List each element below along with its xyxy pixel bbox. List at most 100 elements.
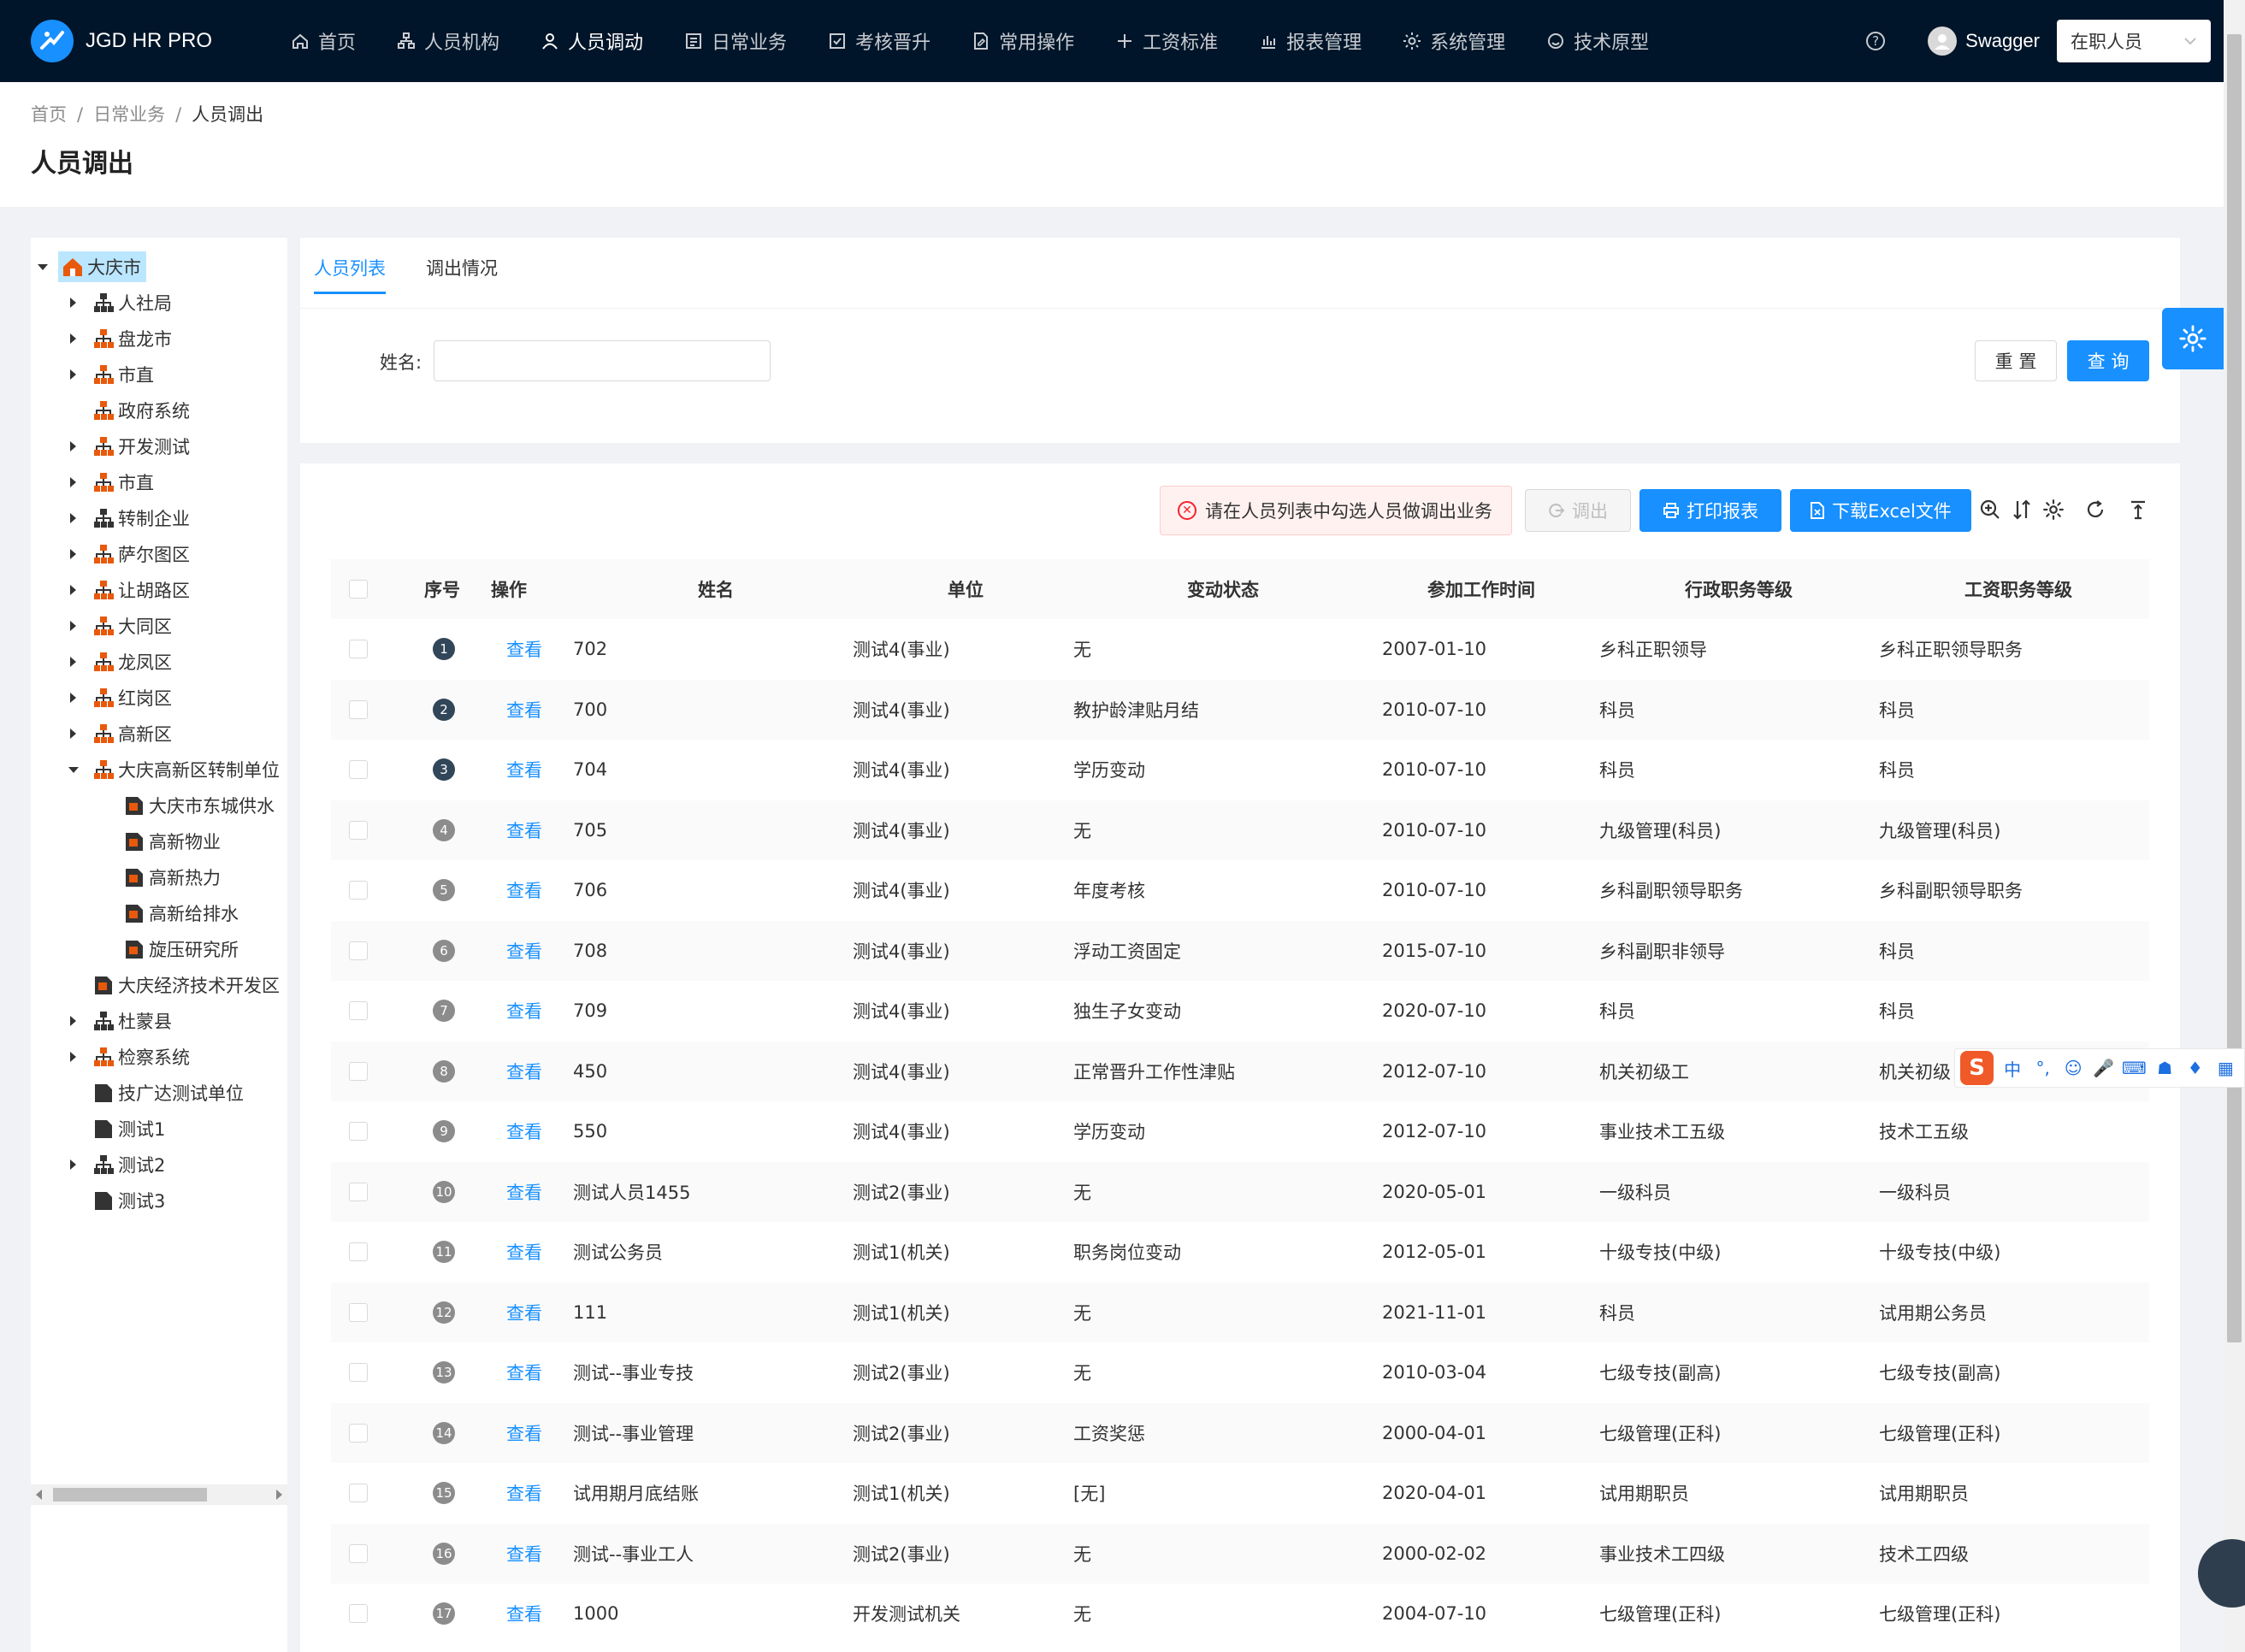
tree-node[interactable]: 旋压研究所 xyxy=(123,934,239,965)
row-checkbox[interactable] xyxy=(349,1182,368,1201)
tree-node[interactable]: 技广达测试单位 xyxy=(92,1077,244,1108)
tree-node[interactable]: 盘龙市 xyxy=(92,323,172,354)
view-link[interactable]: 查看 xyxy=(506,860,542,920)
row-checkbox[interactable] xyxy=(349,1363,368,1382)
tab-transfer-status[interactable]: 调出情况 xyxy=(426,255,498,294)
tab-person-list[interactable]: 人员列表 xyxy=(314,255,386,294)
row-checkbox-cell[interactable] xyxy=(343,981,374,1041)
transfer-out-button[interactable]: 调出 xyxy=(1525,489,1631,532)
nav-item-9[interactable]: 技术原型 xyxy=(1526,0,1669,82)
print-report-button[interactable]: 打印报表 xyxy=(1639,489,1781,532)
caret-down-icon[interactable] xyxy=(68,767,79,773)
table-row[interactable]: 6 查看 708 测试4(事业) 浮动工资固定 2015-07-10 乡科副职非领导 科员 xyxy=(331,920,2149,981)
tree-node[interactable]: 政府系统 xyxy=(92,395,190,426)
app-logo[interactable]: JGD HR PRO xyxy=(31,20,236,62)
row-checkbox[interactable] xyxy=(349,1122,368,1141)
caret-down-icon[interactable] xyxy=(38,264,48,270)
zoom-in-icon[interactable] xyxy=(1978,498,2002,522)
staff-status-select[interactable]: 在职人员 xyxy=(2057,20,2211,62)
column-header[interactable]: 工资职务等级 xyxy=(1950,559,2087,619)
nav-item-0[interactable]: 首页 xyxy=(270,0,376,82)
row-checkbox-cell[interactable] xyxy=(343,1524,374,1584)
row-checkbox[interactable] xyxy=(349,1484,368,1502)
download-excel-button[interactable]: 下载Excel文件 xyxy=(1790,489,1971,532)
table-row[interactable]: 17 查看 1000 开发测试机关 无 2004-07-10 七级管理(正科) 七级管理(正科… xyxy=(331,1584,2149,1643)
tree-node[interactable]: 市直 xyxy=(92,359,154,390)
column-header[interactable]: 操作 xyxy=(479,559,539,619)
caret-right-icon[interactable] xyxy=(70,441,76,451)
view-link[interactable]: 查看 xyxy=(506,740,542,799)
row-checkbox-cell[interactable] xyxy=(343,680,374,740)
caret-right-icon[interactable] xyxy=(70,549,76,559)
row-checkbox[interactable] xyxy=(349,760,368,779)
ime-skin-icon[interactable]: ♦ xyxy=(2183,1056,2207,1080)
caret-right-icon[interactable] xyxy=(70,1016,76,1026)
scrollbar-thumb[interactable] xyxy=(2227,34,2242,1342)
header-checkbox-cell[interactable] xyxy=(343,559,374,619)
caret-right-icon[interactable] xyxy=(70,1159,76,1170)
table-row[interactable]: 15 查看 试用期月底结账 测试1(机关) [无] 2020-04-01 试用期职员 试用期职… xyxy=(331,1463,2149,1523)
tree-node[interactable]: 大庆经济技术开发区 xyxy=(92,970,280,1000)
tree-node[interactable]: 大庆高新区转制单位 xyxy=(92,754,280,785)
tree-node[interactable]: 大庆市东城供水 xyxy=(123,790,275,821)
row-checkbox[interactable] xyxy=(349,699,368,719)
view-link[interactable]: 查看 xyxy=(506,981,542,1041)
table-row[interactable]: 16 查看 测试--事业工人 测试2(事业) 无 2000-02-02 事业技术工四级 技术工… xyxy=(331,1523,2149,1584)
vertical-align-top-icon[interactable] xyxy=(2126,498,2150,522)
table-row[interactable]: 1 查看 702 测试4(事业) 无 2007-01-10 乡科正职领导 乡科正职领导职务 xyxy=(331,619,2149,679)
floating-settings-button[interactable] xyxy=(2162,308,2224,369)
caret-right-icon[interactable] xyxy=(70,369,76,380)
nav-item-2[interactable]: 人员调动 xyxy=(520,0,664,82)
table-row[interactable]: 8 查看 450 测试4(事业) 正常晋升工作性津贴 2012-07-10 机关初级工 机关初… xyxy=(331,1041,2149,1101)
table-row[interactable]: 14 查看 测试--事业管理 测试2(事业) 工资奖惩 2000-04-01 七级管理(正科… xyxy=(331,1402,2149,1463)
ime-logo-icon[interactable]: S xyxy=(1960,1051,1994,1085)
table-row[interactable]: 12 查看 111 测试1(机关) 无 2021-11-01 科员 试用期公务员 xyxy=(331,1282,2149,1342)
row-checkbox[interactable] xyxy=(349,1423,368,1443)
row-checkbox-cell[interactable] xyxy=(343,1403,374,1463)
ime-user-icon[interactable]: ☗ xyxy=(2153,1056,2177,1080)
ime-toolbar[interactable]: S 中 °, ☺ 🎤 ⌨ ☗ ♦ ▦ xyxy=(1954,1048,2245,1088)
view-link[interactable]: 查看 xyxy=(506,1162,542,1222)
tree-node[interactable]: 让胡路区 xyxy=(92,575,190,605)
table-row[interactable]: 11 查看 测试公务员 测试1(机关) 职务岗位变动 2012-05-01 十级专技(中级)… xyxy=(331,1222,2149,1282)
caret-right-icon[interactable] xyxy=(70,657,76,667)
tree-node[interactable]: 龙凤区 xyxy=(92,646,172,677)
view-link[interactable]: 查看 xyxy=(506,1283,542,1342)
tree-horizontal-scrollbar[interactable] xyxy=(31,1484,287,1505)
caret-right-icon[interactable] xyxy=(70,298,76,308)
tree-node[interactable]: 测试1 xyxy=(92,1113,165,1144)
tree-node[interactable]: 大庆市 xyxy=(58,251,146,282)
view-link[interactable]: 查看 xyxy=(506,921,542,981)
row-checkbox[interactable] xyxy=(349,1242,368,1261)
reload-icon[interactable] xyxy=(2083,498,2107,522)
table-row[interactable]: 10 查看 测试人员1455 测试2(事业) 无 2020-05-01 一级科员 一级科员 xyxy=(331,1161,2149,1222)
caret-right-icon[interactable] xyxy=(70,693,76,703)
ime-mode[interactable]: 中 xyxy=(2000,1056,2024,1080)
tree-node[interactable]: 开发测试 xyxy=(92,431,190,462)
caret-right-icon[interactable] xyxy=(70,1052,76,1062)
ime-keyboard-icon[interactable]: ⌨ xyxy=(2122,1056,2147,1080)
column-header[interactable]: 序号 xyxy=(412,559,472,619)
help-bubble[interactable] xyxy=(2198,1539,2245,1608)
select-all-checkbox[interactable] xyxy=(349,580,368,599)
column-header[interactable]: 变动状态 xyxy=(1155,559,1291,619)
row-checkbox-cell[interactable] xyxy=(343,1162,374,1222)
row-checkbox-cell[interactable] xyxy=(343,1222,374,1282)
table-row[interactable]: 9 查看 550 测试4(事业) 学历变动 2012-07-10 事业技术工五级 技术工五级 xyxy=(331,1101,2149,1161)
table-row[interactable]: 3 查看 704 测试4(事业) 学历变动 2010-07-10 科员 科员 xyxy=(331,740,2149,799)
tree-node[interactable]: 市直 xyxy=(92,467,154,498)
row-checkbox[interactable] xyxy=(349,1543,368,1563)
row-checkbox-cell[interactable] xyxy=(343,1283,374,1342)
caret-right-icon[interactable] xyxy=(70,477,76,487)
row-checkbox[interactable] xyxy=(349,1001,368,1020)
view-link[interactable]: 查看 xyxy=(506,1584,542,1643)
view-link[interactable]: 查看 xyxy=(506,1524,542,1584)
tree-node[interactable]: 大同区 xyxy=(92,611,172,641)
view-link[interactable]: 查看 xyxy=(506,1463,542,1523)
gear-icon[interactable] xyxy=(2041,498,2065,522)
row-checkbox[interactable] xyxy=(349,640,368,658)
nav-item-7[interactable]: 报表管理 xyxy=(1238,0,1382,82)
column-header[interactable]: 参加工作时间 xyxy=(1413,559,1550,619)
breadcrumb-daily[interactable]: 日常业务 xyxy=(93,104,165,125)
scroll-left-icon[interactable] xyxy=(36,1490,42,1500)
